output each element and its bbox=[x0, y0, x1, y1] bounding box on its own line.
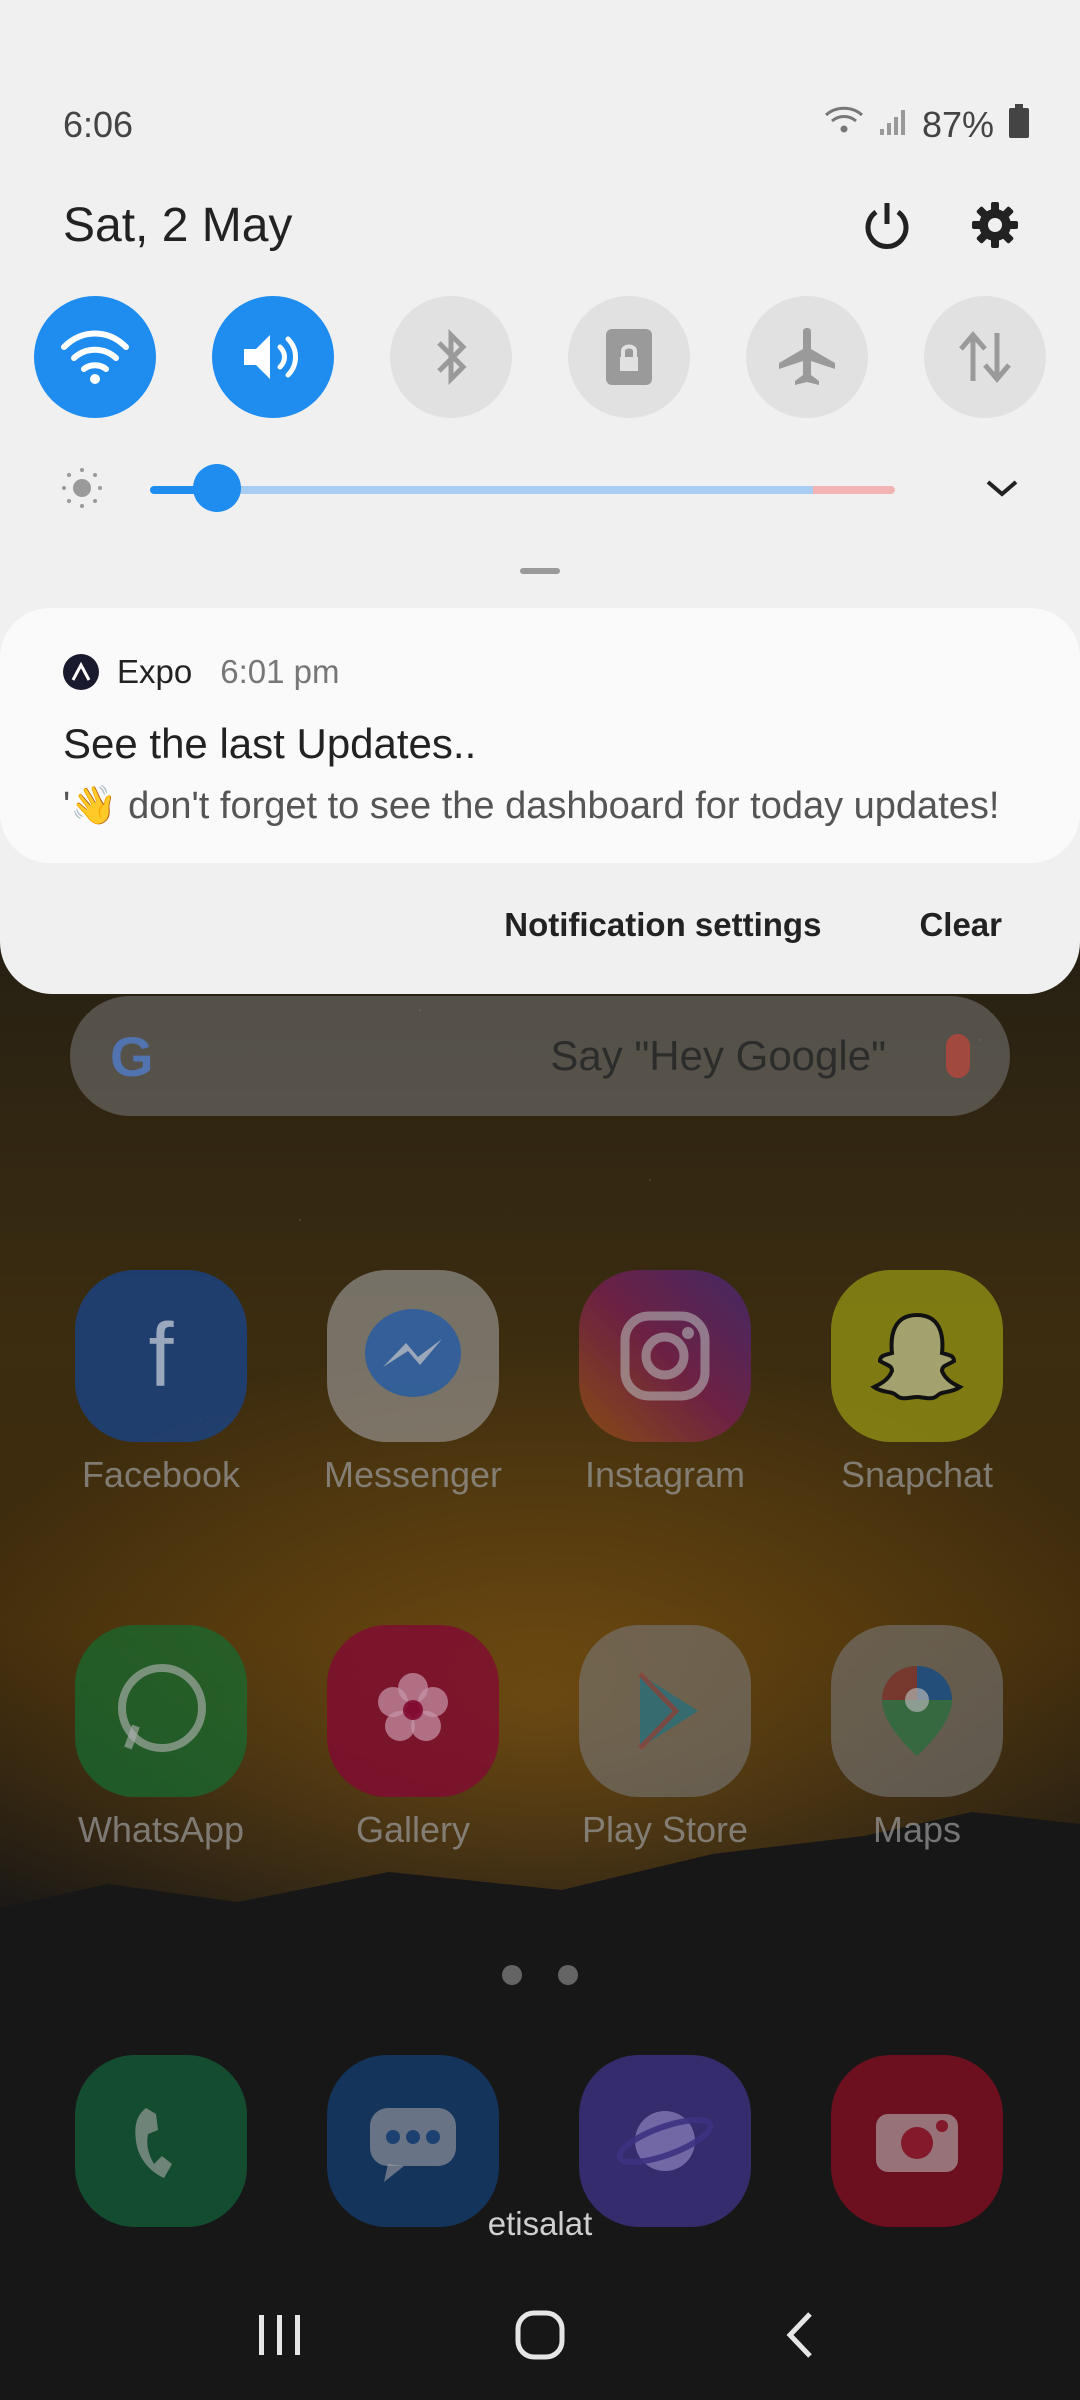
app-label: Messenger bbox=[323, 1454, 503, 1495]
expo-icon bbox=[63, 654, 99, 690]
volume-icon bbox=[244, 335, 298, 379]
signal-icon bbox=[878, 104, 908, 146]
sound-toggle[interactable] bbox=[212, 296, 334, 418]
notification-title: See the last Updates.. bbox=[63, 720, 477, 767]
notification-card[interactable]: Expo 6:01 pm See the last Updates.. '👋 d… bbox=[0, 608, 1080, 863]
app-label: Play Store bbox=[581, 1809, 749, 1850]
app-maps[interactable]: Maps bbox=[792, 1625, 1042, 1851]
gear-icon[interactable] bbox=[960, 190, 1030, 260]
panel-drag-handle[interactable] bbox=[520, 568, 560, 574]
brightness-icon bbox=[60, 466, 104, 515]
dock-camera[interactable] bbox=[792, 2055, 1042, 2227]
brightness-row bbox=[60, 460, 1030, 520]
app-messenger[interactable]: Messenger bbox=[288, 1270, 538, 1496]
back-button[interactable] bbox=[755, 2295, 845, 2375]
snapchat-icon bbox=[831, 1270, 1003, 1442]
data-arrows-icon bbox=[959, 331, 1011, 383]
app-label: Facebook bbox=[81, 1454, 241, 1495]
app-gallery[interactable]: Gallery bbox=[288, 1625, 538, 1851]
chevron-down-icon[interactable] bbox=[984, 476, 1020, 505]
play-store-icon bbox=[579, 1625, 751, 1797]
home-button[interactable] bbox=[495, 2295, 585, 2375]
date-label: Sat, 2 May bbox=[63, 198, 293, 252]
camera-icon bbox=[831, 2055, 1003, 2227]
internet-icon bbox=[579, 2055, 751, 2227]
maps-icon bbox=[831, 1625, 1003, 1797]
notification-header: Expo 6:01 pm bbox=[63, 653, 339, 691]
bluetooth-toggle[interactable] bbox=[390, 296, 512, 418]
power-icon[interactable] bbox=[852, 190, 922, 260]
notification-body: '👋 don't forget to see the dashboard for… bbox=[63, 785, 1000, 827]
recents-button[interactable] bbox=[235, 2295, 325, 2375]
messenger-icon bbox=[327, 1270, 499, 1442]
dock-messages[interactable] bbox=[288, 2055, 538, 2227]
airplane-icon bbox=[779, 328, 835, 385]
app-whatsapp[interactable]: WhatsApp bbox=[36, 1625, 286, 1851]
google-icon: G bbox=[110, 1024, 154, 1088]
battery-icon bbox=[1008, 103, 1030, 147]
clear-button[interactable]: Clear bbox=[919, 906, 1002, 944]
panel-actions: Notification settings Clear bbox=[504, 906, 1002, 944]
notification-time: 6:01 pm bbox=[220, 653, 340, 690]
app-label: Maps bbox=[872, 1809, 962, 1850]
app-play-store[interactable]: Play Store bbox=[540, 1625, 790, 1851]
dock-internet[interactable] bbox=[540, 2055, 790, 2227]
app-label: WhatsApp bbox=[77, 1809, 245, 1850]
brightness-slider-thumb[interactable] bbox=[193, 464, 242, 512]
date-row: Sat, 2 May bbox=[63, 190, 1030, 260]
facebook-icon: f bbox=[75, 1270, 247, 1442]
brightness-slider[interactable] bbox=[150, 464, 895, 512]
mic-icon[interactable] bbox=[946, 1034, 970, 1078]
mobile-data-toggle[interactable] bbox=[924, 296, 1046, 418]
home-page-dot bbox=[502, 1965, 522, 1985]
status-time: 6:06 bbox=[63, 104, 134, 145]
phone-icon bbox=[75, 2055, 247, 2227]
navigation-bar bbox=[0, 2290, 1080, 2380]
app-label: Snapchat bbox=[840, 1454, 994, 1495]
google-search-bar[interactable]: G Say "Hey Google" bbox=[70, 996, 1010, 1116]
rotation-lock-toggle[interactable] bbox=[568, 296, 690, 418]
lock-icon bbox=[606, 329, 652, 385]
wifi-status-icon bbox=[824, 104, 864, 146]
app-snapchat[interactable]: Snapchat bbox=[792, 1270, 1042, 1496]
bluetooth-icon bbox=[437, 328, 467, 386]
battery-level: 87% bbox=[921, 104, 994, 145]
notification-app-name: Expo bbox=[117, 653, 193, 690]
status-bar: 6:06 87% bbox=[63, 100, 1030, 150]
search-placeholder: Say "Hey Google" bbox=[550, 1032, 886, 1079]
carrier-label: etisalat bbox=[487, 2205, 593, 2242]
dock-phone[interactable] bbox=[36, 2055, 286, 2227]
wifi-toggle[interactable] bbox=[34, 296, 156, 418]
app-facebook[interactable]: f Facebook bbox=[36, 1270, 286, 1496]
airplane-mode-toggle[interactable] bbox=[746, 296, 868, 418]
wifi-icon bbox=[61, 330, 129, 384]
quick-toggles bbox=[34, 296, 1046, 418]
notification-panel: 6:06 87% Sat, 2 May Expo 6:01 pm See the… bbox=[0, 0, 1080, 994]
whatsapp-icon bbox=[75, 1625, 247, 1797]
instagram-icon bbox=[579, 1270, 751, 1442]
notification-settings-button[interactable]: Notification settings bbox=[504, 906, 821, 944]
messages-icon bbox=[327, 2055, 499, 2227]
page-indicator bbox=[0, 1965, 1080, 1990]
page-dot bbox=[558, 1965, 578, 1985]
app-label: Gallery bbox=[355, 1809, 471, 1850]
gallery-icon bbox=[327, 1625, 499, 1797]
app-instagram[interactable]: Instagram bbox=[540, 1270, 790, 1496]
app-label: Instagram bbox=[584, 1454, 746, 1495]
